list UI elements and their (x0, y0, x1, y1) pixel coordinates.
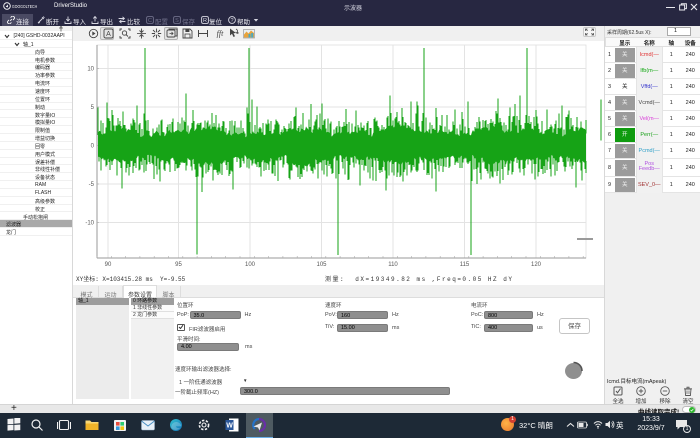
svg-text:0: 0 (91, 144, 95, 150)
svg-text:105: 105 (316, 262, 327, 268)
svg-text:-5: -5 (89, 182, 95, 188)
svg-text:115: 115 (460, 262, 470, 268)
svg-text:A: A (106, 31, 111, 38)
svg-text:100: 100 (245, 262, 256, 268)
svg-text:10: 10 (87, 67, 94, 73)
svg-text:W: W (226, 423, 233, 430)
svg-text:-10: -10 (85, 221, 94, 227)
svg-text:fft: fft (217, 29, 224, 38)
svg-text:5: 5 (91, 105, 95, 111)
svg-text:?: ? (230, 18, 233, 24)
svg-text:S: S (175, 18, 179, 24)
svg-text:90: 90 (105, 262, 112, 268)
svg-text:R: R (203, 18, 207, 24)
svg-text:110: 110 (388, 262, 398, 268)
svg-text:95: 95 (175, 262, 182, 268)
svg-text:120: 120 (531, 262, 542, 268)
svg-text:C: C (148, 18, 152, 24)
